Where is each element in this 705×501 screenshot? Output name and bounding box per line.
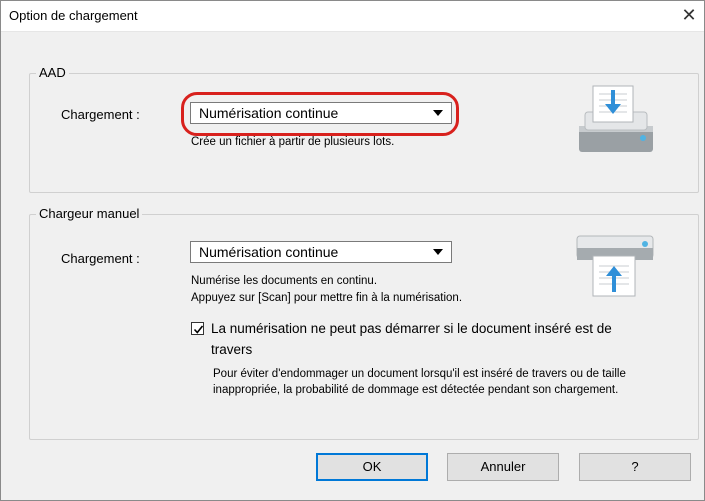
aad-loading-label: Chargement : — [61, 107, 140, 122]
manual-loading-select[interactable]: Numérisation continue — [190, 241, 452, 263]
manual-loading-value: Numérisation continue — [199, 244, 339, 260]
help-button[interactable]: ? — [579, 453, 691, 481]
cancel-button[interactable]: Annuler — [447, 453, 559, 481]
adf-scanner-icon — [571, 82, 659, 154]
manual-description-line2: Appuyez sur [Scan] pour mettre fin à la … — [191, 292, 463, 304]
skew-note-line1: Pour éviter d'endommager un document lor… — [213, 368, 626, 380]
skew-detection-checkbox[interactable] — [191, 322, 204, 335]
manual-loading-label: Chargement : — [61, 251, 140, 266]
ok-button[interactable]: OK — [316, 453, 428, 481]
highlight-circle — [181, 92, 459, 136]
skew-checkbox-label-line1[interactable]: La numérisation ne peut pas démarrer si … — [211, 321, 612, 336]
aad-group-label: AAD — [36, 65, 69, 80]
skew-checkbox-label-line2[interactable]: travers — [211, 342, 252, 357]
manual-description-line1: Numérise les documents en continu. — [191, 275, 378, 287]
dialog-title: Option de chargement — [9, 8, 138, 23]
chevron-down-icon — [433, 249, 443, 255]
title-bar: Option de chargement ✕ — [1, 1, 704, 32]
manual-feed-scanner-icon — [571, 226, 659, 304]
close-icon[interactable]: ✕ — [674, 1, 704, 31]
aad-description: Crée un fichier à partir de plusieurs lo… — [191, 136, 395, 148]
manual-group-label: Chargeur manuel — [36, 206, 143, 221]
loading-options-dialog: Option de chargement ✕ AAD Chargement : … — [0, 0, 705, 501]
skew-note-line2: inappropriée, la probabilité de dommage … — [213, 384, 619, 396]
